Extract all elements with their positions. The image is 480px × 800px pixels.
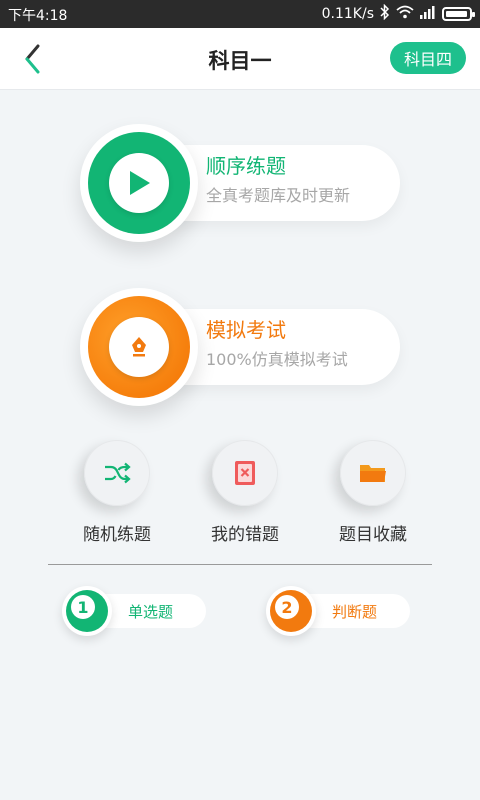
number-one-icon: 1 [71, 595, 95, 619]
signal-icon [420, 5, 436, 23]
random-practice-button[interactable]: 随机练题 [57, 440, 177, 550]
status-bar: 下午4:18 0.11K/s [0, 0, 480, 28]
single-choice-button[interactable]: 1 单选题 [62, 586, 212, 636]
true-false-button[interactable]: 2 判断题 [266, 586, 416, 636]
card-circle [80, 288, 198, 406]
shuffle-icon [84, 440, 150, 506]
pen-icon [109, 317, 169, 377]
wrong-questions-button[interactable]: 我的错题 [185, 440, 305, 550]
tool-label: 随机练题 [83, 525, 151, 545]
card-title: 顺序练题 [206, 154, 286, 178]
card-subtitle: 100%仿真模拟考试 [206, 350, 348, 369]
switch-subject-button[interactable]: 科目四 [390, 42, 466, 74]
bluetooth-icon [380, 3, 390, 24]
tool-label: 我的错题 [211, 525, 279, 545]
net-speed: 0.11K/s [321, 6, 374, 22]
status-right: 0.11K/s [321, 3, 475, 24]
app-header: 科目一 科目四 [0, 28, 480, 90]
filter-label: 单选题 [128, 603, 174, 621]
status-time: 下午4:18 [8, 8, 68, 24]
play-icon [109, 153, 169, 213]
divider [48, 564, 432, 565]
wrong-book-icon [212, 440, 278, 506]
folder-icon [340, 440, 406, 506]
sequential-practice-card[interactable]: 顺序练题 全真考题库及时更新 [80, 124, 400, 242]
favorites-button[interactable]: 题目收藏 [313, 440, 433, 550]
wifi-icon [396, 5, 414, 23]
filter-label: 判断题 [332, 603, 378, 621]
number-two-icon: 2 [275, 595, 299, 619]
card-circle [80, 124, 198, 242]
card-title: 模拟考试 [206, 318, 286, 342]
mock-exam-card[interactable]: 模拟考试 100%仿真模拟考试 [80, 288, 400, 406]
battery-level [446, 11, 467, 17]
card-subtitle: 全真考题库及时更新 [206, 186, 351, 205]
tool-label: 题目收藏 [339, 525, 407, 545]
battery-icon [442, 7, 475, 21]
